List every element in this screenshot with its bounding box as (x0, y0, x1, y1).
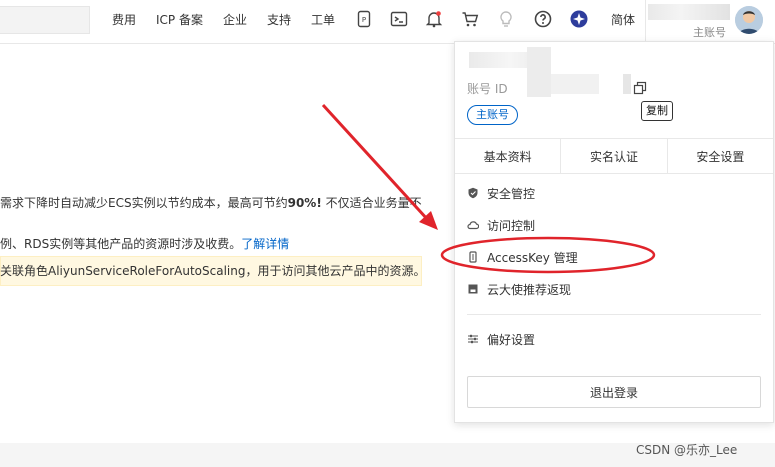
savings-percent: 90%! (287, 196, 322, 210)
svg-text:P: P (362, 16, 366, 24)
menu-item-label: 安全管控 (487, 186, 536, 201)
nav-link-tickets[interactable]: 工单 (311, 11, 335, 28)
avatar[interactable] (735, 6, 763, 34)
menu-item-label: 云大使推荐返现 (487, 282, 572, 297)
menu-item-preferences[interactable]: 偏好设置 (467, 329, 535, 349)
logout-button[interactable]: 退出登录 (467, 376, 761, 408)
terminal-icon[interactable] (390, 10, 408, 28)
main-account-tag: 主账号 (467, 105, 518, 125)
menu-item-security-control[interactable]: 安全管控 (467, 183, 535, 203)
feature-description-line: 需求下降时自动减少ECS实例以节约成本，最高可节约90%! 不仅适合业务量不 (0, 194, 422, 211)
account-dropdown-menu: 账号 ID 复制 主账号 基本资料 实名认证 安全设置 安全管控 访问控制 Ac… (454, 41, 774, 423)
account-tabs: 基本资料 实名认证 安全设置 (455, 138, 773, 174)
billing-note-line: 例、RDS实例等其他产品的资源时涉及收费。了解详情 (0, 235, 289, 252)
learn-more-link[interactable]: 了解详情 (241, 237, 289, 251)
user-role-label: 主账号 (693, 26, 726, 39)
menu-item-label: AccessKey 管理 (487, 250, 578, 265)
copy-tooltip: 复制 (641, 101, 673, 121)
nav-link-enterprise[interactable]: 企业 (223, 11, 247, 28)
search-input[interactable] (0, 6, 90, 34)
cart-icon[interactable] (461, 10, 479, 28)
language-switch[interactable]: 简体 (611, 11, 635, 28)
menu-divider (467, 314, 761, 315)
annotation-arrowhead (419, 211, 438, 230)
csdn-watermark: CSDN @乐亦_Lee (636, 443, 738, 457)
service-role-notice-text: 关联角色AliyunServiceRoleForAutoScaling，用于访问… (0, 264, 426, 278)
ai-assistant-icon[interactable] (570, 10, 588, 28)
menu-item-label: 偏好设置 (487, 332, 536, 347)
menu-item-accesskey-management[interactable]: AccessKey 管理 (467, 247, 578, 267)
username-redacted (648, 4, 730, 20)
mobile-app-icon[interactable]: P (355, 10, 373, 28)
description-text: 需求下降时自动减少ECS实例以节约成本，最高可节约 (0, 196, 288, 210)
account-redacted-block (527, 47, 551, 97)
nav-link-support[interactable]: 支持 (267, 11, 291, 28)
copy-icon[interactable] (633, 80, 647, 95)
tab-basic-info[interactable]: 基本资料 (455, 139, 562, 173)
cloud-icon (467, 219, 479, 231)
shield-icon (467, 187, 479, 199)
tab-security-settings[interactable]: 安全设置 (668, 139, 773, 173)
key-icon (467, 251, 479, 263)
top-navigation-bar: 费用 ICP 备案 企业 支持 工单 P 简体 主账号 (0, 0, 775, 44)
bell-icon[interactable] (425, 10, 443, 28)
account-id-redacted (551, 74, 599, 94)
account-id-redacted-end (623, 74, 631, 94)
billing-note-text: 例、RDS实例等其他产品的资源时涉及收费。 (0, 237, 242, 251)
account-id-label: 账号 ID (467, 82, 508, 96)
tab-identity-verification[interactable]: 实名认证 (561, 139, 668, 173)
nav-link-billing[interactable]: 费用 (112, 11, 136, 28)
help-icon[interactable] (534, 10, 552, 28)
gift-icon (467, 283, 479, 295)
divider (645, 0, 646, 44)
sliders-icon (467, 333, 479, 345)
nav-link-icp[interactable]: ICP 备案 (156, 11, 203, 28)
description-text-end: 不仅适合业务量不 (321, 196, 422, 210)
menu-item-label: 访问控制 (487, 218, 536, 233)
lightbulb-icon[interactable] (497, 10, 515, 28)
menu-item-referral-cashback[interactable]: 云大使推荐返现 (467, 279, 571, 299)
menu-item-access-control[interactable]: 访问控制 (467, 215, 535, 235)
